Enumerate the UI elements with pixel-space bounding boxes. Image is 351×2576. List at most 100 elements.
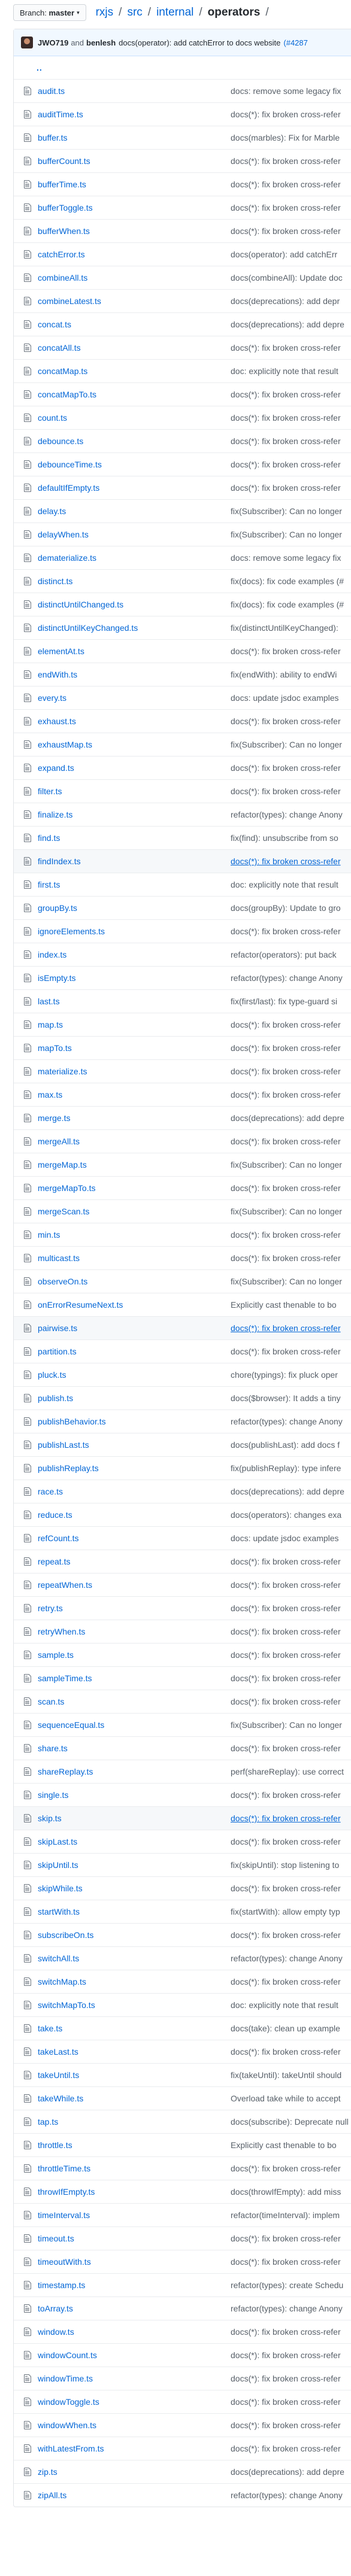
file-name-link[interactable]: finalize.ts bbox=[38, 810, 231, 819]
file-name-link[interactable]: repeat.ts bbox=[38, 1557, 231, 1566]
commit-message-link[interactable]: refactor(types): change Anony bbox=[231, 973, 343, 983]
commit-message-link[interactable]: docs(*): fix broken cross-refer bbox=[231, 1323, 341, 1333]
commit-message-link[interactable]: fix(takeUntil): takeUntil should bbox=[231, 2070, 341, 2080]
file-name-link[interactable]: onErrorResumeNext.ts bbox=[38, 1300, 231, 1310]
commit-message-link[interactable]: docs(*): fix broken cross-refer bbox=[231, 1650, 341, 1660]
file-name-link[interactable]: retryWhen.ts bbox=[38, 1627, 231, 1636]
file-name-link[interactable]: windowWhen.ts bbox=[38, 2420, 231, 2430]
commit-message-link[interactable]: docs(*): fix broken cross-refer bbox=[231, 436, 341, 446]
commit-message-link[interactable]: docs(deprecations): add depr bbox=[231, 296, 340, 306]
file-name-link[interactable]: find.ts bbox=[38, 833, 231, 843]
file-name-link[interactable]: catchError.ts bbox=[38, 250, 231, 259]
file-name-link[interactable]: toArray.ts bbox=[38, 2304, 231, 2313]
commit-message-link[interactable]: docs(marbles): Fix for Marble bbox=[231, 133, 340, 142]
commit-message-link[interactable]: refactor(types): change Anony bbox=[231, 810, 343, 819]
file-name-link[interactable]: endWith.ts bbox=[38, 670, 231, 679]
file-name-link[interactable]: scan.ts bbox=[38, 1697, 231, 1706]
file-name-link[interactable]: sampleTime.ts bbox=[38, 1673, 231, 1683]
commit-message-link[interactable]: docs(*): fix broken cross-refer bbox=[231, 763, 341, 773]
file-name-link[interactable]: pluck.ts bbox=[38, 1370, 231, 1380]
commit-message-link[interactable]: fix(startWith): allow empty typ bbox=[231, 1907, 340, 1916]
commit-message-link[interactable]: docs(*): fix broken cross-refer bbox=[231, 203, 341, 212]
commit-message-link[interactable]: docs(*): fix broken cross-refer bbox=[231, 390, 341, 399]
file-name-link[interactable]: takeWhile.ts bbox=[38, 2094, 231, 2103]
commit-message-link[interactable]: docs(*): fix broken cross-refer bbox=[231, 1813, 341, 1823]
commit-message-link[interactable]: docs(*): fix broken cross-refer bbox=[231, 1790, 341, 1800]
commit-message-link[interactable]: docs(subscribe): Deprecate null bbox=[231, 2117, 349, 2127]
breadcrumb-src[interactable]: src bbox=[127, 6, 142, 19]
commit-message-link[interactable]: docs(*): fix broken cross-refer bbox=[231, 2420, 341, 2430]
commit-message-link[interactable]: refactor(types): change Anony bbox=[231, 2304, 343, 2313]
commit-message-link[interactable]: fix(endWith): ability to endWi bbox=[231, 670, 337, 679]
file-name-link[interactable]: multicast.ts bbox=[38, 1253, 231, 1263]
file-name-link[interactable]: publishReplay.ts bbox=[38, 1463, 231, 1473]
commit-message-link[interactable]: refactor(types): create Schedu bbox=[231, 2280, 343, 2290]
commit-message-link[interactable]: fix(distinctUntilKeyChanged): bbox=[231, 623, 338, 633]
file-name-link[interactable]: timeInterval.ts bbox=[38, 2210, 231, 2220]
file-name-link[interactable]: distinctUntilKeyChanged.ts bbox=[38, 623, 231, 633]
commit-message-link[interactable]: docs($browser): It adds a tiny bbox=[231, 1393, 341, 1403]
file-name-link[interactable]: windowTime.ts bbox=[38, 2374, 231, 2383]
commit-message-link[interactable]: docs(*): fix broken cross-refer bbox=[231, 2234, 341, 2243]
commit-message-link[interactable]: docs(*): fix broken cross-refer bbox=[231, 226, 341, 236]
file-name-link[interactable]: audit.ts bbox=[38, 86, 231, 96]
file-name-link[interactable]: takeLast.ts bbox=[38, 2047, 231, 2056]
commit-message-link[interactable]: docs(*): fix broken cross-refer bbox=[231, 110, 341, 119]
commit-message-link[interactable]: docs(*): fix broken cross-refer bbox=[231, 1837, 341, 1846]
file-name-link[interactable]: mergeMapTo.ts bbox=[38, 1183, 231, 1193]
file-name-link[interactable]: takeUntil.ts bbox=[38, 2070, 231, 2080]
commit-message-link[interactable]: docs(*): fix broken cross-refer bbox=[231, 1673, 341, 1683]
file-name-link[interactable]: bufferTime.ts bbox=[38, 180, 231, 189]
file-name-link[interactable]: isEmpty.ts bbox=[38, 973, 231, 983]
file-name-link[interactable]: exhaust.ts bbox=[38, 716, 231, 726]
commit-message-link[interactable]: refactor(operators): put back bbox=[231, 950, 337, 959]
file-name-link[interactable]: skipUntil.ts bbox=[38, 1860, 231, 1870]
commit-message-link[interactable]: fix(skipUntil): stop listening to bbox=[231, 1860, 339, 1870]
file-name-link[interactable]: combineLatest.ts bbox=[38, 296, 231, 306]
file-name-link[interactable]: bufferToggle.ts bbox=[38, 203, 231, 212]
file-name-link[interactable]: take.ts bbox=[38, 2024, 231, 2033]
file-name-link[interactable]: subscribeOn.ts bbox=[38, 1930, 231, 1940]
commit-message-link[interactable]: docs(*): fix broken cross-refer bbox=[231, 180, 341, 189]
file-name-link[interactable]: debounce.ts bbox=[38, 436, 231, 446]
commit-message-link[interactable]: docs(*): fix broken cross-refer bbox=[231, 2164, 341, 2173]
commit-message-link[interactable]: docs(publishLast): add docs f bbox=[231, 1440, 340, 1450]
commit-message-link[interactable]: Explicitly cast thenable to bo bbox=[231, 2140, 337, 2150]
commit-message-link[interactable]: docs(*): fix broken cross-refer bbox=[231, 926, 341, 936]
file-name-link[interactable]: delayWhen.ts bbox=[38, 530, 231, 539]
commit-message-link[interactable]: docs(*): fix broken cross-refer bbox=[231, 1347, 341, 1356]
file-name-link[interactable]: tap.ts bbox=[38, 2117, 231, 2127]
commit-message-link[interactable]: docs(*): fix broken cross-refer bbox=[231, 2350, 341, 2360]
file-name-link[interactable]: startWith.ts bbox=[38, 1907, 231, 1916]
commit-message-link[interactable]: fix(first/last): fix type-guard si bbox=[231, 997, 337, 1006]
commit-message-link[interactable]: docs(*): fix broken cross-refer bbox=[231, 1183, 341, 1193]
file-name-link[interactable]: ignoreElements.ts bbox=[38, 926, 231, 936]
commit-message-link[interactable]: docs(*): fix broken cross-refer bbox=[231, 1603, 341, 1613]
commit-message-link[interactable]: perf(shareReplay): use correct bbox=[231, 1767, 344, 1776]
file-name-link[interactable]: expand.ts bbox=[38, 763, 231, 773]
commit-message-link[interactable]: docs(throwIfEmpty): add miss bbox=[231, 2187, 341, 2197]
commit-message-link[interactable]: docs(*): fix broken cross-refer bbox=[231, 2397, 341, 2407]
commit-message-link[interactable]: docs(*): fix broken cross-refer bbox=[231, 1697, 341, 1706]
commit-message-link[interactable]: docs(*): fix broken cross-refer bbox=[231, 1230, 341, 1240]
commit-message-link[interactable]: docs(*): fix broken cross-refer bbox=[231, 1743, 341, 1753]
commit-message-link[interactable]: docs(*): fix broken cross-refer bbox=[231, 2257, 341, 2267]
file-name-link[interactable]: skipLast.ts bbox=[38, 1837, 231, 1846]
commit-coauthor[interactable]: benlesh bbox=[86, 38, 116, 47]
file-name-link[interactable]: skipWhile.ts bbox=[38, 1884, 231, 1893]
file-name-link[interactable]: publishBehavior.ts bbox=[38, 1417, 231, 1426]
file-name-link[interactable]: window.ts bbox=[38, 2327, 231, 2337]
file-name-link[interactable]: delay.ts bbox=[38, 506, 231, 516]
commit-message-link[interactable]: docs(*): fix broken cross-refer bbox=[231, 2327, 341, 2337]
file-name-link[interactable]: reduce.ts bbox=[38, 1510, 231, 1520]
commit-message-link[interactable]: docs(*): fix broken cross-refer bbox=[231, 2047, 341, 2056]
file-name-link[interactable]: windowToggle.ts bbox=[38, 2397, 231, 2407]
file-name-link[interactable]: concatMapTo.ts bbox=[38, 390, 231, 399]
file-name-link[interactable]: throttleTime.ts bbox=[38, 2164, 231, 2173]
commit-message-link[interactable]: docs: update jsdoc examples bbox=[231, 693, 339, 703]
file-name-link[interactable]: observeOn.ts bbox=[38, 1277, 231, 1286]
commit-message-link[interactable]: docs(*): fix broken cross-refer bbox=[231, 1090, 341, 1099]
commit-message-link[interactable]: docs: remove some legacy fix bbox=[231, 553, 341, 563]
file-name-link[interactable]: refCount.ts bbox=[38, 1533, 231, 1543]
file-name-link[interactable]: zipAll.ts bbox=[38, 2490, 231, 2500]
